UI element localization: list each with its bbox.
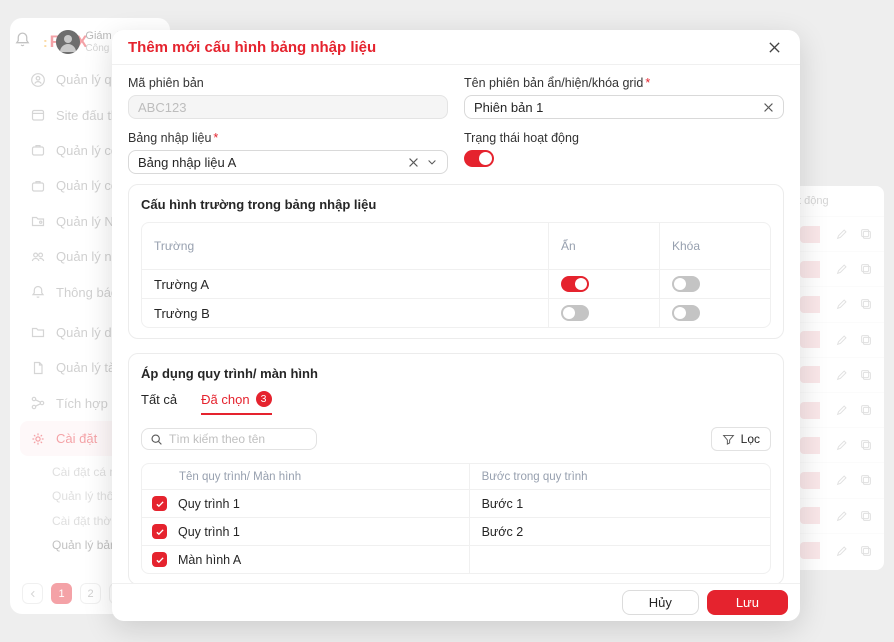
filter-button[interactable]: Lọc xyxy=(711,427,771,451)
clear-icon[interactable] xyxy=(408,157,419,168)
apply-card: Áp dụng quy trình/ màn hình Tất cả Đã ch… xyxy=(128,353,784,583)
field-config-table: Trường Ẩn Khóa Trường A Trường B xyxy=(141,222,771,328)
filter-icon xyxy=(722,433,735,446)
modal-them-moi-cau-hinh: Thêm mới cấu hình bảng nhập liệu Mã phiê… xyxy=(112,30,800,621)
trang-thai-toggle[interactable] xyxy=(464,150,494,167)
row-name: Quy trình 1 xyxy=(178,497,240,511)
tab-da-chon[interactable]: Đã chọn 3 xyxy=(201,391,271,415)
column-header-khoa: Khóa xyxy=(659,223,770,269)
ten-phien-ban-input[interactable] xyxy=(474,100,756,115)
hide-toggle[interactable] xyxy=(561,305,589,321)
toolbar: Lọc xyxy=(141,427,771,451)
row-name: Màn hình A xyxy=(178,553,241,567)
table-header-row: Trường Ẩn Khóa xyxy=(142,223,770,269)
table-row: Quy trình 1 Bước 1 xyxy=(142,489,770,517)
table-row: Trường B xyxy=(142,298,770,327)
tab-tat-ca[interactable]: Tất cả xyxy=(141,391,177,415)
save-button[interactable]: Lưu xyxy=(707,590,788,615)
row-name: Quy trình 1 xyxy=(178,525,240,539)
row-checkbox[interactable] xyxy=(152,524,167,539)
field-label: Tên phiên bản ẩn/hiện/khóa grid* xyxy=(464,76,784,90)
chevron-down-icon[interactable] xyxy=(426,156,438,168)
field-label: Trạng thái hoạt động xyxy=(464,131,784,145)
field-name: Trường B xyxy=(142,299,548,327)
column-header-an: Ẩn xyxy=(548,223,659,269)
field-config-card: Cấu hình trường trong bảng nhập liệu Trư… xyxy=(128,184,784,339)
check-icon xyxy=(155,527,165,537)
field-trang-thai: Trạng thái hoạt động xyxy=(464,131,784,174)
tabs: Tất cả Đã chọn 3 xyxy=(141,391,771,415)
field-label: Bảng nhập liệu* xyxy=(128,131,448,145)
ma-phien-ban-input xyxy=(138,100,438,115)
row-step: Bước 1 xyxy=(469,490,770,517)
field-label: Mã phiên bản xyxy=(128,76,448,90)
row-step: Bước 2 xyxy=(469,518,770,545)
column-header-ten: Tên quy trình/ Màn hình xyxy=(142,464,469,489)
hide-toggle[interactable] xyxy=(561,276,589,292)
modal-footer: Hủy Lưu xyxy=(112,583,800,621)
modal-body: Mã phiên bản Tên phiên bản ẩn/hiện/khóa … xyxy=(112,65,800,583)
clear-icon[interactable] xyxy=(763,102,774,113)
check-icon xyxy=(155,555,165,565)
modal-header: Thêm mới cấu hình bảng nhập liệu xyxy=(112,30,800,65)
ten-phien-ban-input-wrap xyxy=(464,95,784,119)
modal-title: Thêm mới cấu hình bảng nhập liệu xyxy=(128,39,376,56)
required-asterisk: * xyxy=(213,131,218,145)
apply-table: Tên quy trình/ Màn hình Bước trong quy t… xyxy=(141,463,771,574)
field-ma-phien-ban: Mã phiên bản xyxy=(128,76,448,119)
search-icon xyxy=(150,433,163,446)
row-checkbox[interactable] xyxy=(152,496,167,511)
check-icon xyxy=(155,499,165,509)
apply-title: Áp dụng quy trình/ màn hình xyxy=(141,366,771,381)
column-header-buoc: Bước trong quy trình xyxy=(469,464,770,489)
search-box[interactable] xyxy=(141,428,317,450)
lock-toggle[interactable] xyxy=(672,276,700,292)
required-asterisk: * xyxy=(645,76,650,90)
field-name: Trường A xyxy=(142,270,548,298)
table-row: Quy trình 1 Bước 2 xyxy=(142,517,770,545)
search-input[interactable] xyxy=(169,432,308,446)
table-row: Màn hình A xyxy=(142,545,770,573)
table-row: Trường A xyxy=(142,269,770,298)
field-ten-phien-ban: Tên phiên bản ẩn/hiện/khóa grid* xyxy=(464,76,784,119)
table-header-row: Tên quy trình/ Màn hình Bước trong quy t… xyxy=(142,464,770,489)
lock-toggle[interactable] xyxy=(672,305,700,321)
row-checkbox[interactable] xyxy=(152,552,167,567)
avatar xyxy=(56,30,80,54)
close-icon[interactable] xyxy=(764,37,784,57)
column-header-truong: Trường xyxy=(142,223,548,269)
row-step xyxy=(469,546,770,573)
field-bang-nhap-lieu: Bảng nhập liệu* Bảng nhập liệu A xyxy=(128,131,448,174)
ma-phien-ban-input-wrap xyxy=(128,95,448,119)
selected-count-badge: 3 xyxy=(256,391,272,407)
select-value: Bảng nhập liệu A xyxy=(138,155,236,170)
bang-nhap-lieu-select[interactable]: Bảng nhập liệu A xyxy=(128,150,448,174)
cancel-button[interactable]: Hủy xyxy=(622,590,699,615)
field-config-title: Cấu hình trường trong bảng nhập liệu xyxy=(141,197,771,212)
